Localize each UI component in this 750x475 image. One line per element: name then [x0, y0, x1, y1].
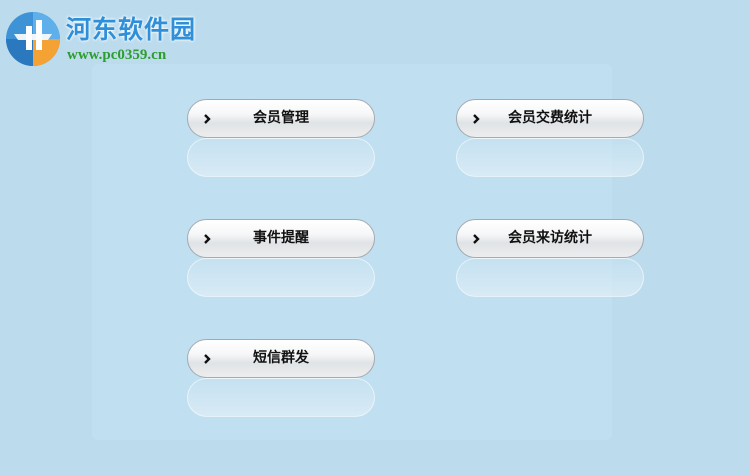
member-fee-stats-label: 会员交费统计	[508, 110, 592, 126]
sms-broadcast-reflection	[187, 378, 375, 417]
chevron-right-icon	[471, 111, 483, 127]
member-visit-stats-reflection	[456, 258, 644, 297]
event-reminder-button[interactable]: 事件提醒	[187, 219, 375, 258]
sms-broadcast-label: 短信群发	[253, 350, 309, 366]
watermark-url: www.pc0359.cn	[67, 47, 167, 63]
member-management-label: 会员管理	[253, 110, 309, 126]
member-visit-stats-label: 会员来访统计	[508, 230, 592, 246]
chevron-right-icon	[202, 351, 214, 367]
member-visit-stats-button[interactable]: 会员来访统计	[456, 219, 644, 258]
member-management-reflection	[187, 138, 375, 177]
chevron-right-icon	[471, 231, 483, 247]
chevron-right-icon	[202, 231, 214, 247]
member-fee-stats-button[interactable]: 会员交费统计	[456, 99, 644, 138]
sms-broadcast-button[interactable]: 短信群发	[187, 339, 375, 378]
event-reminder-label: 事件提醒	[253, 230, 309, 246]
watermark-title: 河东软件园	[66, 15, 197, 44]
event-reminder-reflection	[187, 258, 375, 297]
member-management-button[interactable]: 会员管理	[187, 99, 375, 138]
chevron-right-icon	[202, 111, 214, 127]
logo-icon	[4, 10, 62, 68]
member-fee-stats-reflection	[456, 138, 644, 177]
